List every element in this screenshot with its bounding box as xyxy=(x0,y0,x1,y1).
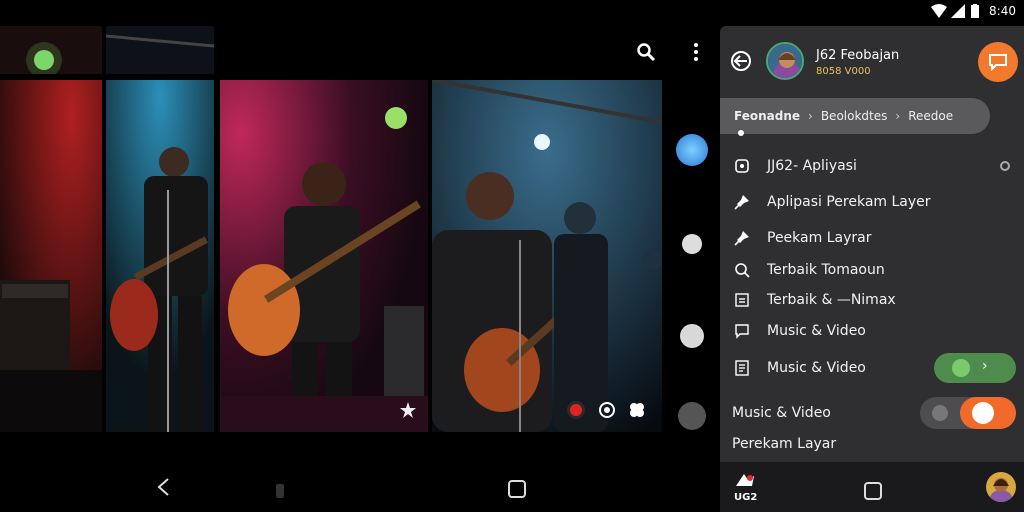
toggle-switch-green[interactable]: › xyxy=(934,353,1016,383)
more-vert-icon[interactable] xyxy=(684,40,708,64)
side-controls xyxy=(672,126,712,430)
menu-item-label: Music & Video xyxy=(767,360,866,376)
photo-thumbnail[interactable] xyxy=(220,80,428,432)
breadcrumb-item[interactable]: Reedoe xyxy=(908,109,953,123)
toggle-switch-orange[interactable] xyxy=(920,397,1016,429)
panel-header: J62 Feobajan 8058 V000 xyxy=(720,26,1024,96)
photo-thumbnail[interactable] xyxy=(106,26,214,74)
menu-item-recorder-app[interactable]: Aplipasi Perekam Layer xyxy=(720,186,1024,218)
navigation-bar xyxy=(0,462,720,512)
white-dot-button[interactable] xyxy=(680,324,704,348)
recents-button[interactable] xyxy=(276,484,284,498)
breadcrumb-item[interactable]: Beolokdtes xyxy=(821,109,888,123)
avatar[interactable] xyxy=(986,472,1016,502)
app-shortcut-label: UG2 xyxy=(734,492,758,503)
status-time: 8:40 xyxy=(989,4,1016,18)
menu-item-screen-recorder-2[interactable]: Perekam Layar xyxy=(720,428,1024,460)
toggle-knob-off xyxy=(932,405,948,421)
menu-item-label: Aplipasi Perekam Layer xyxy=(767,194,931,210)
location-icon[interactable] xyxy=(598,401,616,419)
breadcrumb-item[interactable]: Feonadne xyxy=(734,109,800,123)
chevron-right-icon: › xyxy=(895,109,901,123)
chevron-right-icon: › xyxy=(982,358,988,374)
user-name: J62 Feobajan xyxy=(816,48,900,63)
flower-icon[interactable] xyxy=(628,401,646,419)
search-icon[interactable] xyxy=(634,40,658,64)
gallery-top-actions xyxy=(634,40,708,64)
menu-item-label: Peekam Layrar xyxy=(767,230,872,246)
toggle-knob xyxy=(952,359,970,377)
battery-icon xyxy=(971,4,980,18)
chat-bubble-icon xyxy=(989,54,1007,71)
chevron-right-icon: › xyxy=(808,109,813,123)
avatar[interactable] xyxy=(766,42,804,80)
search-icon xyxy=(732,260,752,280)
menu-item-app[interactable]: JJ62- Apliyasi xyxy=(720,150,1024,182)
side-panel: J62 Feobajan 8058 V000 Feonadne › Beolok… xyxy=(720,26,1024,462)
pin-icon xyxy=(732,228,752,248)
signal-icon xyxy=(951,4,966,18)
breadcrumb-indicator xyxy=(738,130,744,136)
record-icon[interactable] xyxy=(566,400,586,420)
menu-item-label: Music & Video xyxy=(732,405,831,421)
status-icons: 8:40 xyxy=(931,4,1016,18)
wifi-icon xyxy=(931,4,948,18)
pin-icon xyxy=(732,192,752,212)
home-button[interactable] xyxy=(864,482,882,500)
more-horiz-button[interactable] xyxy=(682,234,702,254)
blue-dot-button[interactable] xyxy=(676,134,708,166)
menu-item-label: Music & Video xyxy=(767,323,866,339)
menu-item-best-year[interactable]: Terbaik Tomaoun xyxy=(720,254,1024,286)
home-button[interactable] xyxy=(508,480,526,498)
photo-controls xyxy=(566,400,646,420)
user-subtitle: 8058 V000 xyxy=(816,66,871,77)
status-bar: 8:40 xyxy=(0,0,1024,26)
chat-button[interactable] xyxy=(978,42,1018,82)
list-icon xyxy=(732,290,752,310)
panel-bottom-bar: UG2 xyxy=(720,462,1024,512)
photo-thumbnail[interactable] xyxy=(432,80,662,432)
menu-item-screen-recorder[interactable]: Peekam Layrar xyxy=(720,222,1024,254)
menu-item-music-video-toggle[interactable]: Music & Video › xyxy=(720,352,1024,384)
chat-icon xyxy=(732,321,752,341)
menu-item-label: Terbaik Tomaoun xyxy=(767,262,885,278)
back-icon[interactable] xyxy=(154,477,174,497)
doc-icon xyxy=(732,358,752,378)
menu-item-label: Perekam Layar xyxy=(732,436,837,452)
menu-item-label: Terbaik & —Nimax xyxy=(767,292,896,308)
photo-gallery xyxy=(0,26,720,462)
app-logo-icon xyxy=(736,474,754,486)
app-shortcut[interactable]: UG2 xyxy=(732,472,762,504)
star-icon[interactable] xyxy=(400,402,416,418)
menu-item-music-video-switch[interactable]: Music & Video xyxy=(720,397,1024,429)
radio-indicator[interactable] xyxy=(1000,161,1010,171)
back-arrow-icon[interactable] xyxy=(730,50,752,72)
menu-item-music-video[interactable]: Music & Video xyxy=(720,315,1024,347)
app-icon xyxy=(732,156,752,176)
gray-dot-button[interactable] xyxy=(678,402,706,430)
photo-thumbnail[interactable] xyxy=(106,80,214,432)
toggle-knob xyxy=(972,402,994,424)
breadcrumb: Feonadne › Beolokdtes › Reedoe xyxy=(720,98,990,134)
photo-thumbnail[interactable] xyxy=(0,80,102,432)
menu-item-label: JJ62- Apliyasi xyxy=(767,158,857,174)
photo-thumbnail[interactable] xyxy=(0,26,102,74)
menu-item-best-max[interactable]: Terbaik & —Nimax xyxy=(720,284,1024,316)
